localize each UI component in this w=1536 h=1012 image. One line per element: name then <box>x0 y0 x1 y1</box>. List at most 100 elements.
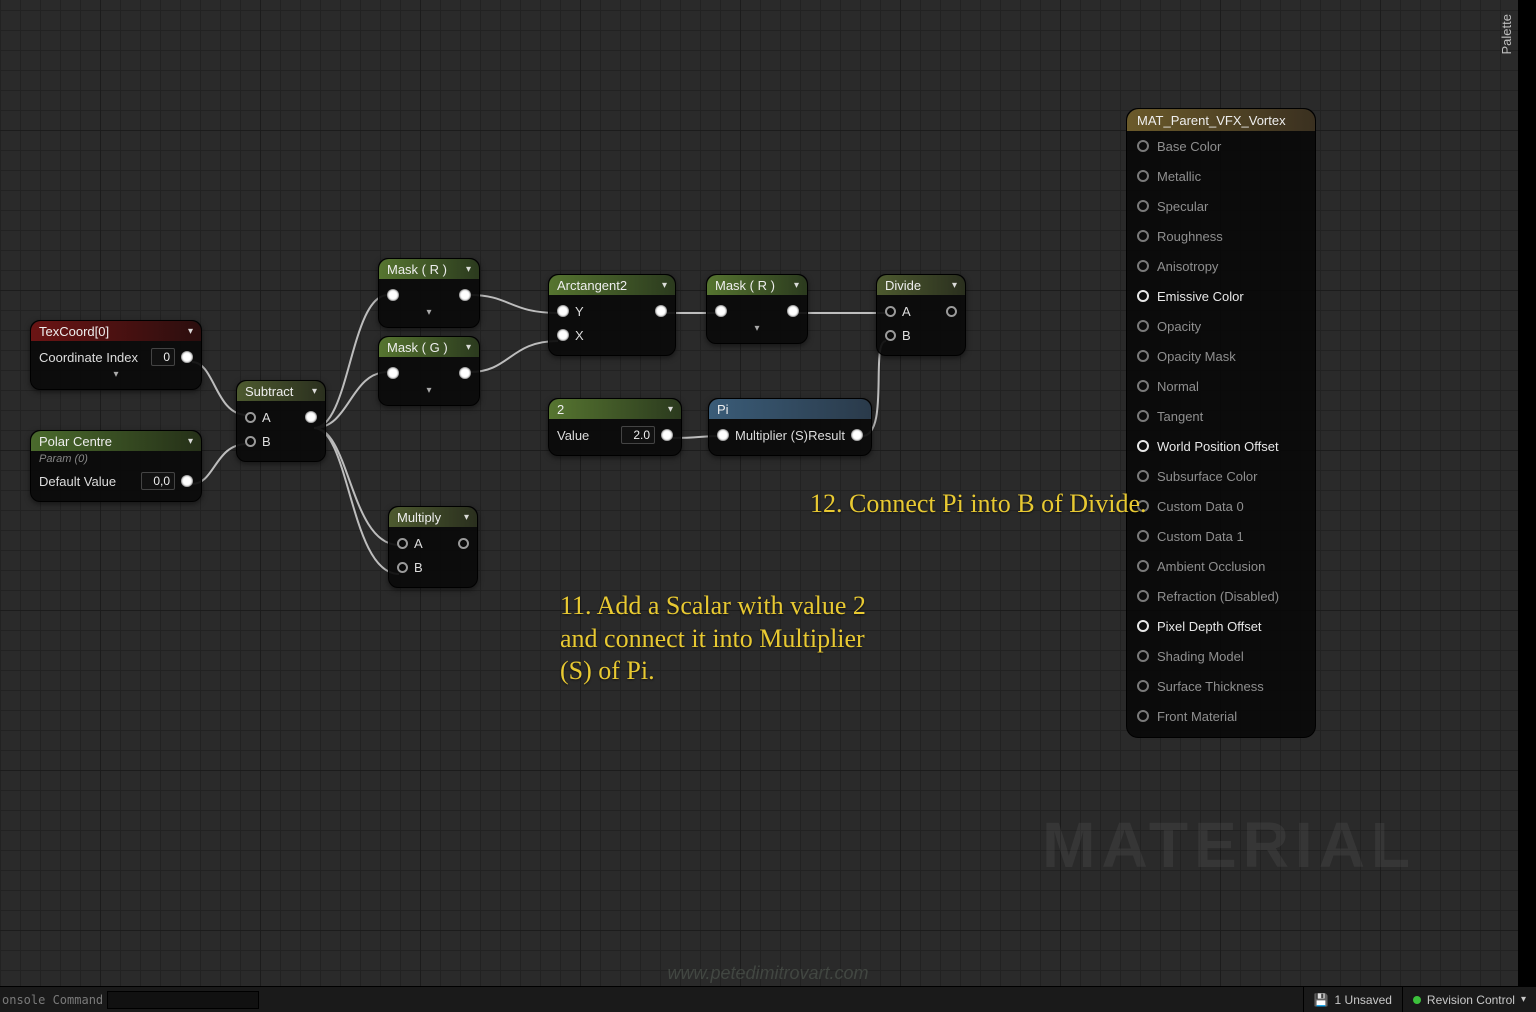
node-header[interactable]: Subtract ▾ <box>237 381 325 401</box>
output-pin-row[interactable]: Base Color <box>1127 131 1315 161</box>
input-pin-y[interactable] <box>557 305 569 317</box>
node-title: Pi <box>717 402 729 417</box>
chevron-down-icon[interactable]: ▾ <box>466 264 471 275</box>
pin-label: Y <box>575 304 584 319</box>
output-pin-row[interactable]: Opacity Mask <box>1127 341 1315 371</box>
output-pin[interactable] <box>655 305 667 317</box>
node-mask-g[interactable]: Mask ( G ) ▾ ▾ <box>378 336 480 406</box>
output-pin-row[interactable]: World Position Offset <box>1127 431 1315 461</box>
material-output-panel[interactable]: MAT_Parent_VFX_Vortex Base ColorMetallic… <box>1126 108 1316 738</box>
output-pin[interactable] <box>661 429 673 441</box>
node-header[interactable]: Arctangent2 ▾ <box>549 275 675 295</box>
node-title: Polar Centre <box>39 435 112 448</box>
node-header[interactable]: Polar Centre ▾ <box>31 431 201 451</box>
node-header[interactable]: Mask ( R ) ▾ <box>379 259 479 279</box>
node-polar-centre[interactable]: Polar Centre ▾ Param (0) Default Value <box>30 430 202 502</box>
default-value-input[interactable] <box>141 472 175 490</box>
output-pin[interactable] <box>459 367 471 379</box>
output-pin-row[interactable]: Shading Model <box>1127 641 1315 671</box>
node-header[interactable]: TexCoord[0] ▾ <box>31 321 201 341</box>
output-pin-label: Base Color <box>1157 139 1221 154</box>
pin-ring-icon <box>1137 200 1149 212</box>
chevron-down-icon[interactable]: ▾ <box>312 386 317 397</box>
input-pin[interactable] <box>387 367 399 379</box>
input-pin-a[interactable] <box>885 306 896 317</box>
chevron-down-icon[interactable]: ▾ <box>952 280 957 291</box>
input-pin-a[interactable] <box>397 538 408 549</box>
node-header[interactable]: Multiply ▾ <box>389 507 477 527</box>
output-pin[interactable] <box>458 538 469 549</box>
input-pin-a[interactable] <box>245 412 256 423</box>
input-pin-b[interactable] <box>397 562 408 573</box>
output-pin[interactable] <box>946 306 957 317</box>
node-subtract[interactable]: Subtract ▾ A B <box>236 380 326 462</box>
chevron-down-icon[interactable]: ▾ <box>662 280 667 291</box>
output-pin-row[interactable]: Front Material <box>1127 701 1315 731</box>
node-header[interactable]: Mask ( R ) ▾ <box>707 275 807 295</box>
node-divide[interactable]: Divide ▾ A B <box>876 274 966 356</box>
value-input[interactable] <box>621 426 655 444</box>
pin-ring-icon <box>1137 530 1149 542</box>
output-pin-row[interactable]: Emissive Color <box>1127 281 1315 311</box>
node-texcoord[interactable]: TexCoord[0] ▾ Coordinate Index ▾ <box>30 320 202 390</box>
chevron-down-icon[interactable]: ▾ <box>39 369 193 381</box>
input-pin[interactable] <box>387 289 399 301</box>
output-pin-row[interactable]: Refraction (Disabled) <box>1127 581 1315 611</box>
chevron-down-icon[interactable]: ▾ <box>464 512 469 523</box>
input-pin-x[interactable] <box>557 329 569 341</box>
output-pin-row[interactable]: Pixel Depth Offset <box>1127 611 1315 641</box>
output-pin-row[interactable]: Anisotropy <box>1127 251 1315 281</box>
output-pin[interactable] <box>851 429 863 441</box>
input-pin[interactable] <box>715 305 727 317</box>
coord-index-input[interactable] <box>151 348 175 366</box>
node-header[interactable]: Pi <box>709 399 871 419</box>
output-pin[interactable] <box>305 411 317 423</box>
output-pin-row[interactable]: Opacity <box>1127 311 1315 341</box>
output-pin-row[interactable]: Roughness <box>1127 221 1315 251</box>
output-pin[interactable] <box>459 289 471 301</box>
output-pin-row[interactable]: Metallic <box>1127 161 1315 191</box>
chevron-down-icon[interactable]: ▾ <box>387 385 471 397</box>
chevron-down-icon[interactable]: ▾ <box>794 280 799 291</box>
node-mask-r[interactable]: Mask ( R ) ▾ ▾ <box>378 258 480 328</box>
output-pin-label: Custom Data 1 <box>1157 529 1244 544</box>
disk-icon: 💾 <box>1314 993 1329 1007</box>
node-header[interactable]: Mask ( G ) ▾ <box>379 337 479 357</box>
node-scalar-2[interactable]: 2 ▾ Value <box>548 398 682 456</box>
output-pin-row[interactable]: Tangent <box>1127 401 1315 431</box>
revision-control-chip[interactable]: Revision Control ▾ <box>1402 987 1536 1012</box>
chevron-down-icon[interactable]: ▾ <box>188 436 193 447</box>
node-multiply[interactable]: Multiply ▾ A B <box>388 506 478 588</box>
unsaved-chip[interactable]: 💾 1 Unsaved <box>1303 987 1402 1012</box>
output-pin[interactable] <box>787 305 799 317</box>
node-header[interactable]: 2 ▾ <box>549 399 681 419</box>
output-pin-row[interactable]: Specular <box>1127 191 1315 221</box>
output-pin-row[interactable]: Surface Thickness <box>1127 671 1315 701</box>
node-mask-r-2[interactable]: Mask ( R ) ▾ ▾ <box>706 274 808 344</box>
output-pin-row[interactable]: Normal <box>1127 371 1315 401</box>
palette-tab[interactable]: Palette <box>1499 8 1514 60</box>
output-pin-label: Normal <box>1157 379 1199 394</box>
output-pin-row[interactable]: Ambient Occlusion <box>1127 551 1315 581</box>
output-pin-row[interactable]: Custom Data 1 <box>1127 521 1315 551</box>
input-pin-b[interactable] <box>885 330 896 341</box>
pin-ring-icon <box>1137 230 1149 242</box>
output-pin-row[interactable]: Custom Data 0 <box>1127 491 1315 521</box>
output-pin[interactable] <box>181 475 193 487</box>
chevron-down-icon[interactable]: ▾ <box>387 307 471 319</box>
chevron-down-icon[interactable]: ▾ <box>715 323 799 335</box>
output-pin-label: Roughness <box>1157 229 1223 244</box>
output-pin-row[interactable]: Subsurface Color <box>1127 461 1315 491</box>
node-pi[interactable]: Pi Multiplier (S) Result <box>708 398 872 456</box>
output-pin-label: Refraction (Disabled) <box>1157 589 1279 604</box>
chevron-down-icon[interactable]: ▾ <box>668 404 673 415</box>
input-pin-b[interactable] <box>245 436 256 447</box>
chevron-down-icon[interactable]: ▾ <box>188 326 193 337</box>
coord-index-label: Coordinate Index <box>39 350 138 365</box>
node-arctangent2[interactable]: Arctangent2 ▾ Y X <box>548 274 676 356</box>
input-pin-multiplier[interactable] <box>717 429 729 441</box>
output-pin[interactable] <box>181 351 193 363</box>
console-input[interactable] <box>107 991 259 1009</box>
chevron-down-icon[interactable]: ▾ <box>466 342 471 353</box>
node-header[interactable]: Divide ▾ <box>877 275 965 295</box>
